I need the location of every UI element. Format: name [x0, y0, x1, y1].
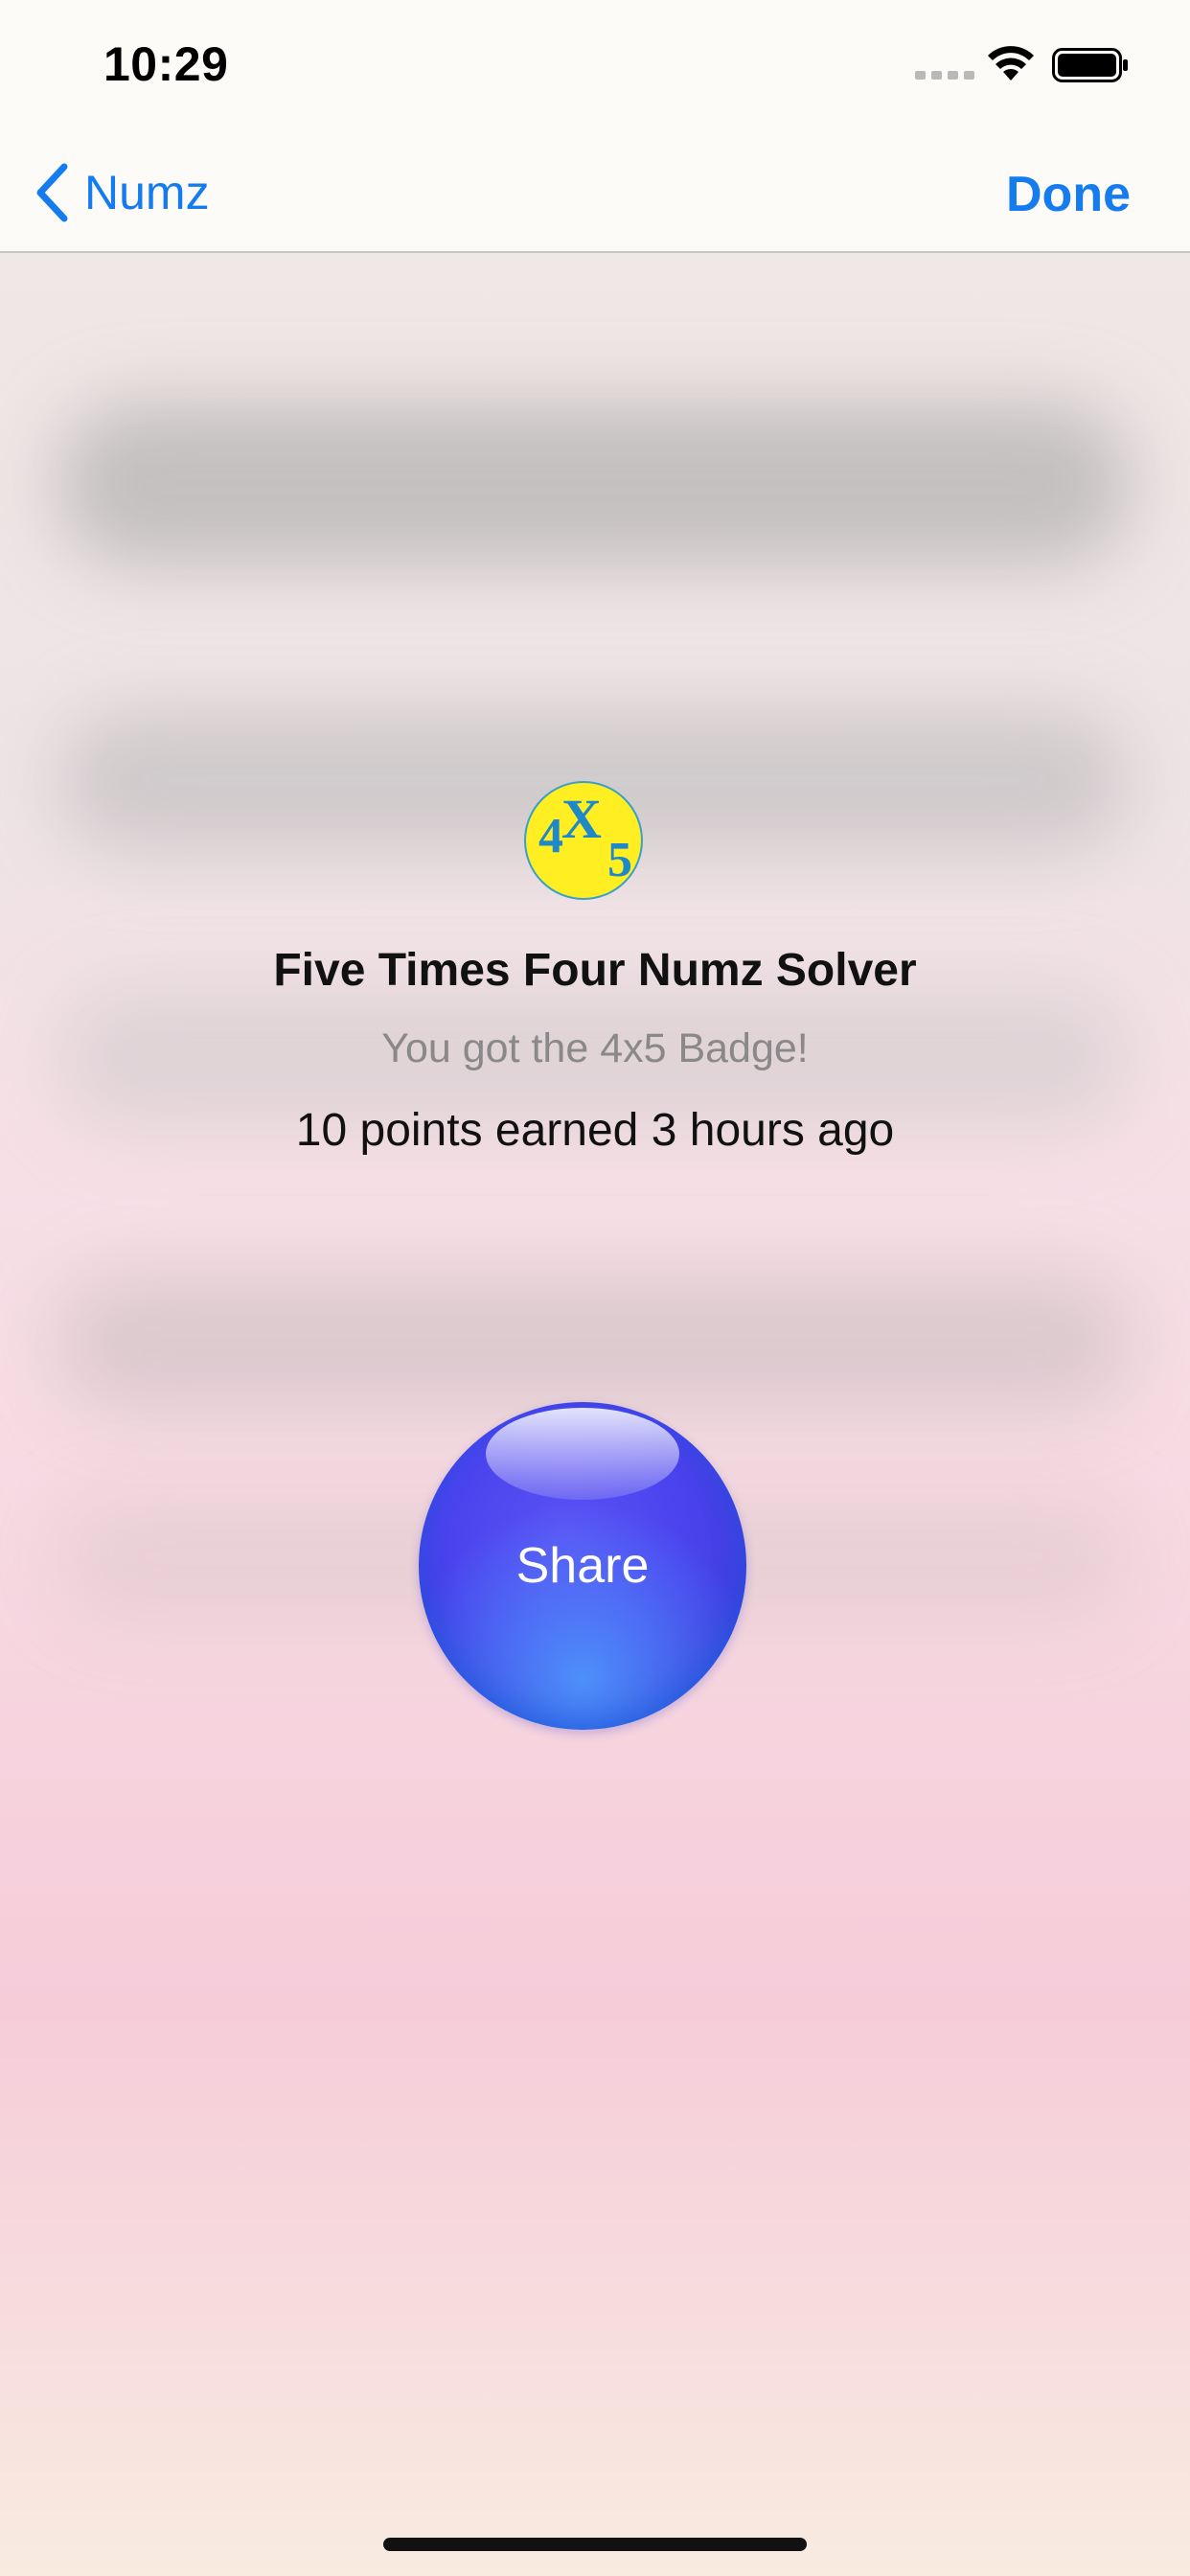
svg-text:X: X	[561, 788, 602, 850]
svg-text:5: 5	[607, 833, 632, 887]
background-blur-band	[57, 1275, 1131, 1409]
badge-points-earned: 10 points earned 3 hours ago	[295, 1105, 895, 1156]
cellular-signal-icon	[915, 71, 974, 80]
badge-4x5-icon: 4 X 5	[524, 781, 643, 900]
back-button[interactable]: Numz	[33, 159, 210, 226]
status-bar: 10:29	[0, 0, 1190, 134]
share-button[interactable]: Share	[419, 1402, 746, 1730]
share-button-label: Share	[515, 1538, 650, 1594]
badge-title: Five Times Four Numz Solver	[273, 945, 917, 996]
svg-text:4: 4	[538, 809, 563, 863]
done-button[interactable]: Done	[1006, 161, 1131, 228]
navigation-bar: Numz Done	[0, 134, 1190, 253]
background-blur-band	[57, 402, 1131, 565]
home-indicator[interactable]	[383, 2538, 807, 2551]
battery-icon	[1052, 48, 1128, 82]
share-button-gloss	[486, 1408, 679, 1500]
back-button-label: Numz	[84, 166, 210, 219]
status-time: 10:29	[103, 37, 229, 91]
chevron-left-icon	[36, 163, 68, 222]
wifi-icon	[988, 46, 1034, 80]
badge-subtitle: You got the 4x5 Badge!	[381, 1025, 809, 1071]
